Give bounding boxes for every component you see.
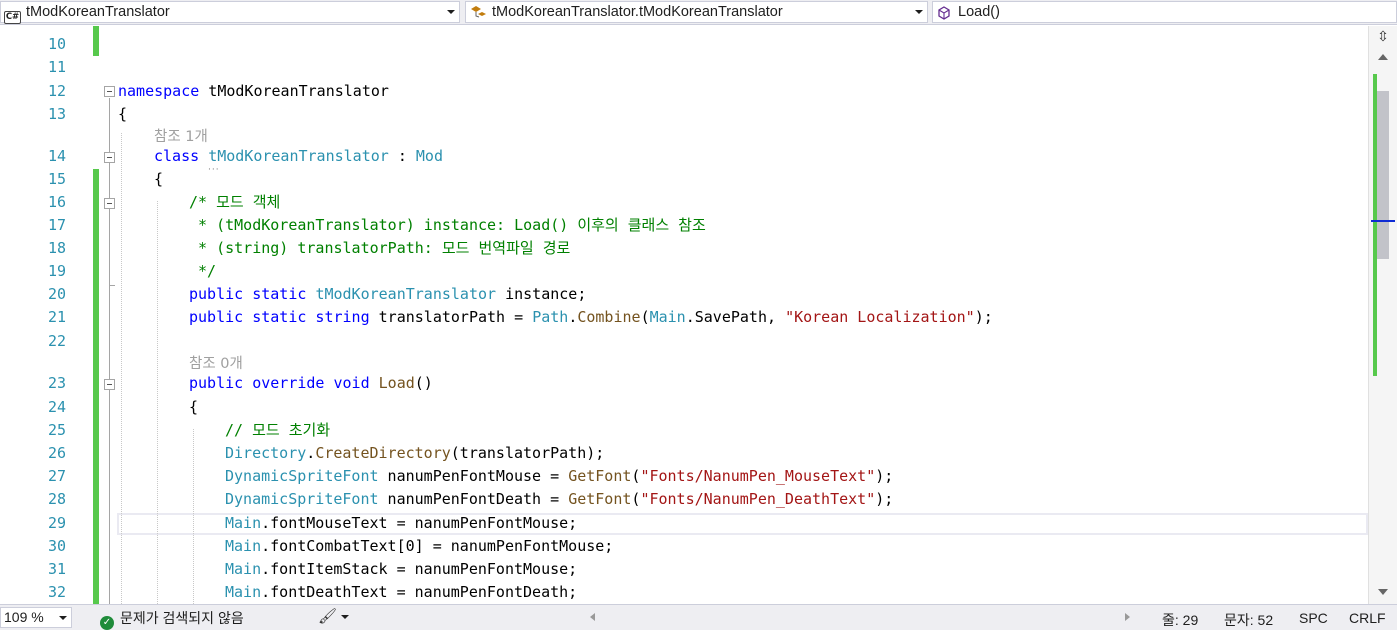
code-cleanup-brush-icon[interactable]: 🖌 bbox=[318, 607, 337, 625]
code-line: Main.fontMouseText = nanumPenFontMouse; bbox=[225, 514, 578, 532]
line-indicator[interactable]: 줄: 29 bbox=[1162, 610, 1198, 630]
zoom-dropdown[interactable]: 109 % bbox=[0, 607, 72, 628]
line-number: 19 bbox=[47, 262, 66, 280]
code-line: Main.fontDeathText = nanumPenFontDeath; bbox=[225, 583, 578, 601]
indent-guide bbox=[157, 201, 158, 604]
chevron-down-icon[interactable] bbox=[341, 615, 349, 619]
check-circle-icon: ✓ bbox=[100, 616, 114, 630]
chevron-down-icon[interactable] bbox=[447, 10, 455, 14]
line-number: 23 bbox=[47, 374, 66, 392]
file-scope-label: tModKoreanTranslator bbox=[26, 4, 170, 20]
method-icon bbox=[936, 5, 952, 27]
outline-line bbox=[109, 98, 110, 604]
member-scope-label: Load() bbox=[958, 4, 1000, 20]
collapse-region-icon[interactable] bbox=[104, 379, 115, 390]
change-marker bbox=[93, 26, 99, 56]
line-number: 25 bbox=[47, 421, 66, 439]
file-scope-dropdown[interactable]: C# tModKoreanTranslator bbox=[0, 1, 460, 24]
class-icon bbox=[469, 5, 487, 27]
line-number: 30 bbox=[47, 537, 66, 555]
code-comment: * (tModKoreanTranslator) instance: Load(… bbox=[189, 216, 706, 234]
line-number: 11 bbox=[47, 58, 66, 76]
code-line: Main.fontItemStack = nanumPenFontMouse; bbox=[225, 560, 578, 578]
issues-indicator[interactable]: ✓ 문제가 검색되지 않음 bbox=[100, 608, 244, 630]
codelens-references[interactable]: 참조 1개 bbox=[154, 127, 208, 147]
line-number: 28 bbox=[47, 490, 66, 508]
scroll-thumb[interactable] bbox=[1377, 91, 1389, 259]
change-marker bbox=[93, 169, 99, 604]
line-number: 24 bbox=[47, 398, 66, 416]
suggestion-dots: ··· bbox=[208, 165, 220, 175]
line-number: 18 bbox=[47, 239, 66, 257]
codelens-references[interactable]: 참조 0개 bbox=[189, 354, 243, 374]
code-comment: /* 모드 객체 bbox=[189, 193, 281, 211]
status-bar: 109 % ✓ 문제가 검색되지 않음 🖌 줄: 29 문자: 52 SPC CR… bbox=[0, 604, 1397, 630]
line-number: 27 bbox=[47, 467, 66, 485]
line-number: 16 bbox=[47, 193, 66, 211]
code-comment: // 모드 초기화 bbox=[225, 421, 331, 439]
line-number: 21 bbox=[47, 308, 66, 326]
scroll-left-icon[interactable] bbox=[590, 613, 595, 621]
line-number: 32 bbox=[47, 583, 66, 601]
code-line: class tModKoreanTranslator : Mod bbox=[154, 147, 443, 165]
collapse-region-icon[interactable] bbox=[104, 152, 115, 163]
code-line: Main.fontCombatText[0] = nanumPenFontMou… bbox=[225, 537, 614, 555]
type-scope-dropdown[interactable]: tModKoreanTranslator.tModKoreanTranslato… bbox=[465, 1, 928, 23]
csharp-project-icon: C# bbox=[4, 11, 21, 24]
code-line: public static string translatorPath = Pa… bbox=[189, 308, 993, 326]
code-line: namespace tModKoreanTranslator bbox=[118, 82, 389, 100]
line-number: 14 bbox=[47, 147, 66, 165]
code-line: { bbox=[154, 170, 164, 188]
member-scope-dropdown[interactable]: Load() bbox=[932, 1, 1397, 23]
zoom-level: 109 % bbox=[4, 609, 44, 625]
type-scope-label: tModKoreanTranslator.tModKoreanTranslato… bbox=[492, 4, 783, 20]
line-number: 20 bbox=[47, 285, 66, 303]
code-line: public override void Load() bbox=[189, 374, 433, 392]
line-number: 22 bbox=[47, 332, 66, 350]
code-editor[interactable]: 10 11 12 13 14 15 16 17 18 19 20 21 22 2… bbox=[0, 26, 1368, 604]
code-line: { bbox=[118, 105, 128, 123]
code-comment: */ bbox=[189, 262, 217, 280]
scroll-down-icon[interactable] bbox=[1378, 589, 1388, 595]
indent-guide bbox=[121, 133, 122, 604]
line-number: 13 bbox=[47, 105, 66, 123]
indent-guide bbox=[193, 429, 194, 604]
code-line: DynamicSpriteFont nanumPenFontDeath = Ge… bbox=[225, 490, 894, 508]
line-number-margin: 10 11 12 13 14 15 16 17 18 19 20 21 22 2… bbox=[0, 26, 70, 604]
caret-position-marker bbox=[1371, 220, 1395, 222]
code-line: Directory.CreateDirectory(translatorPath… bbox=[225, 444, 605, 462]
whitespace-indicator[interactable]: SPC bbox=[1299, 610, 1328, 626]
collapse-region-icon[interactable] bbox=[104, 198, 115, 209]
scroll-up-icon[interactable] bbox=[1378, 54, 1388, 60]
code-line: { bbox=[189, 398, 199, 416]
line-ending-indicator[interactable]: CRLF bbox=[1349, 610, 1386, 626]
line-number: 12 bbox=[47, 82, 66, 100]
chevron-down-icon[interactable] bbox=[59, 616, 67, 620]
code-line: DynamicSpriteFont nanumPenFontMouse = Ge… bbox=[225, 467, 894, 485]
line-number: 31 bbox=[47, 560, 66, 578]
line-number: 29 bbox=[47, 514, 66, 532]
chevron-down-icon[interactable] bbox=[915, 10, 923, 14]
vertical-scrollbar[interactable]: ⇳ bbox=[1368, 26, 1397, 604]
split-window-icon[interactable]: ⇳ bbox=[1373, 28, 1393, 46]
outline-end bbox=[109, 285, 115, 286]
code-comment: * (string) translatorPath: 모드 번역파일 경로 bbox=[189, 239, 571, 257]
issues-text: 문제가 검색되지 않음 bbox=[120, 610, 244, 626]
navigation-bar: C# tModKoreanTranslator tModKoreanTransl… bbox=[0, 0, 1397, 25]
scroll-right-icon[interactable] bbox=[1125, 613, 1130, 621]
line-number: 26 bbox=[47, 444, 66, 462]
code-line: public static tModKoreanTranslator insta… bbox=[189, 285, 587, 303]
line-number: 17 bbox=[47, 216, 66, 234]
column-indicator[interactable]: 문자: 52 bbox=[1224, 610, 1273, 630]
collapse-region-icon[interactable] bbox=[104, 86, 115, 97]
line-number: 15 bbox=[47, 170, 66, 188]
line-number: 10 bbox=[47, 35, 66, 53]
